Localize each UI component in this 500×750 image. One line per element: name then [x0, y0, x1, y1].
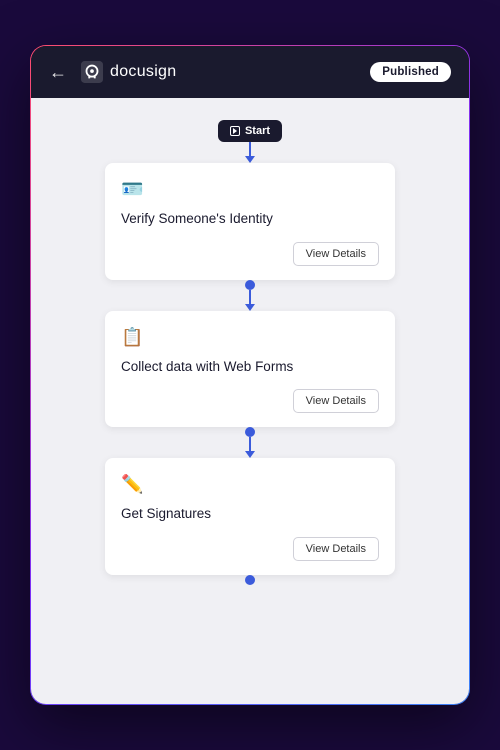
- collect-data-footer: View Details: [121, 389, 379, 413]
- connector-dot-2: [245, 280, 255, 290]
- docusign-logo-icon: [81, 61, 103, 83]
- verify-identity-title: Verify Someone's Identity: [121, 210, 379, 228]
- logo-area: docusign: [81, 61, 370, 83]
- collect-data-icon: 📋: [121, 327, 379, 348]
- verify-identity-footer: View Details: [121, 242, 379, 266]
- start-label: Start: [245, 125, 270, 137]
- connector-vline-3: [249, 437, 251, 451]
- app-frame: ← docusign Published Start 🪪 Verify Some…: [30, 45, 470, 705]
- step-card-verify-identity: 🪪 Verify Someone's Identity View Details: [105, 163, 395, 280]
- start-icon: [230, 126, 240, 136]
- connector-arrow-2: [245, 304, 255, 311]
- connector-arrow-1: [245, 156, 255, 163]
- topbar: ← docusign Published: [31, 46, 469, 98]
- start-node: Start: [218, 120, 282, 142]
- collect-data-title: Collect data with Web Forms: [121, 358, 379, 376]
- published-badge: Published: [370, 62, 451, 82]
- verify-identity-icon: 🪪: [121, 179, 379, 200]
- workflow-canvas: Start 🪪 Verify Someone's Identity View D…: [31, 98, 469, 704]
- step-card-get-signatures: ✏️ Get Signatures View Details: [105, 458, 395, 575]
- connector-line-1: [249, 142, 251, 156]
- back-button[interactable]: ←: [49, 62, 67, 83]
- connector-arrow-3: [245, 451, 255, 458]
- connector-dot-bottom: [245, 575, 255, 585]
- get-signatures-icon: ✏️: [121, 474, 379, 495]
- step-card-collect-data: 📋 Collect data with Web Forms View Detai…: [105, 311, 395, 428]
- collect-data-details-button[interactable]: View Details: [293, 389, 379, 413]
- get-signatures-title: Get Signatures: [121, 505, 379, 523]
- get-signatures-footer: View Details: [121, 537, 379, 561]
- logo-text: docusign: [110, 63, 176, 81]
- get-signatures-details-button[interactable]: View Details: [293, 537, 379, 561]
- verify-identity-details-button[interactable]: View Details: [293, 242, 379, 266]
- connector-dot-3: [245, 427, 255, 437]
- connector-vline-2: [249, 290, 251, 304]
